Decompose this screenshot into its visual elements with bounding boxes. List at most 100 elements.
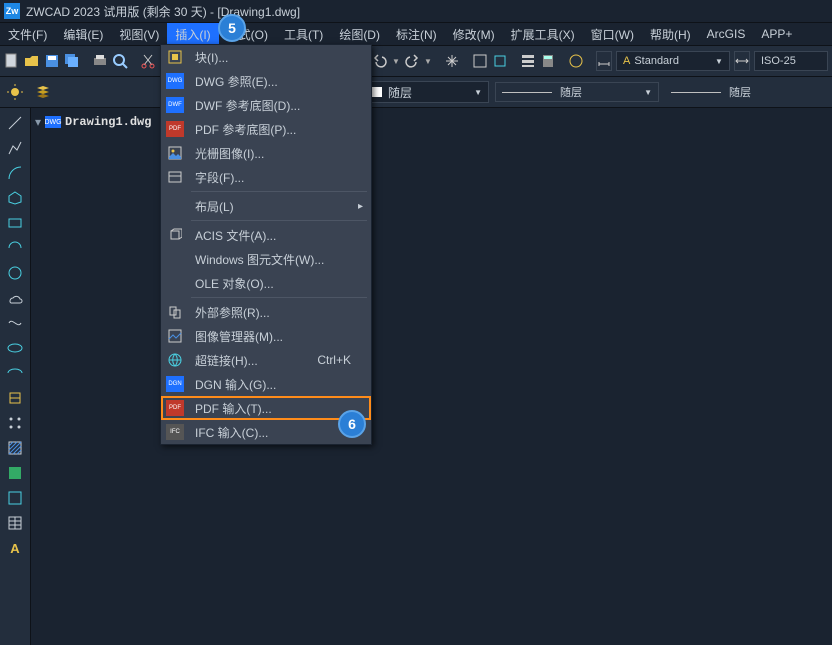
menu-arcgis[interactable]: ArcGIS	[699, 23, 754, 45]
menu-dim[interactable]: 标注(N)	[388, 23, 445, 45]
menu-item-label: 块(I)...	[189, 49, 371, 66]
menu-item-dwg-ref[interactable]: DWG DWG 参照(E)...	[161, 69, 371, 93]
region-tool-icon[interactable]	[4, 487, 26, 509]
menu-item-imgmgr[interactable]: 图像管理器(M)...	[161, 324, 371, 348]
menu-item-label: 字段(F)...	[189, 169, 371, 186]
window-title: ZWCAD 2023 试用版 (剩余 30 天) - [Drawing1.dwg…	[26, 3, 300, 20]
menu-item-acis[interactable]: ACIS 文件(A)...	[161, 223, 371, 247]
toolbar-layers: 随层 ▼ 随层 ▼ 随层	[0, 77, 832, 108]
menu-item-label: 外部参照(R)...	[189, 304, 371, 321]
menu-insert[interactable]: 插入(I)	[167, 23, 218, 45]
menu-help[interactable]: 帮助(H)	[642, 23, 699, 45]
imgmgr-icon	[167, 328, 183, 344]
menu-item-field[interactable]: 字段(F)...	[161, 165, 371, 189]
collapse-arrow-icon[interactable]: ▾	[35, 115, 41, 129]
gradient-tool-icon[interactable]	[4, 462, 26, 484]
textstyle-select[interactable]: A Standard ▼	[616, 51, 730, 71]
color-select[interactable]: 随层 ▼	[365, 81, 489, 103]
chevron-down-icon: ▼	[644, 88, 652, 97]
menu-item-pdf-ref[interactable]: PDF PDF 参考底图(P)...	[161, 117, 371, 141]
tool-icon[interactable]	[472, 50, 488, 72]
color-value: 随层	[388, 84, 412, 101]
menu-express[interactable]: 扩展工具(X)	[503, 23, 583, 45]
menu-item-label: DGN 输入(G)...	[189, 376, 371, 393]
block-tool-icon[interactable]	[4, 387, 26, 409]
insert-menu-dropdown: 块(I)... DWG DWG 参照(E)... DWF DWF 参考底图(D)…	[160, 44, 372, 445]
ellipsearc-tool-icon[interactable]	[4, 362, 26, 384]
toolbar-main: ▼ ▼ A Standard ▼ ISO-25	[0, 46, 832, 77]
menu-item-label: 超链接(H)...	[189, 352, 317, 369]
table-tool-icon[interactable]	[4, 512, 26, 534]
menu-item-xref[interactable]: 外部参照(R)...	[161, 300, 371, 324]
menu-item-label: Windows 图元文件(W)...	[189, 251, 371, 268]
ifc-icon: IFC	[166, 424, 184, 440]
menu-edit[interactable]: 编辑(E)	[55, 23, 111, 45]
layer-prop-icon[interactable]	[32, 81, 54, 103]
new-icon[interactable]	[4, 50, 20, 72]
dropdown-arrow-icon[interactable]: ▼	[392, 57, 400, 66]
menu-file[interactable]: 文件(F)	[0, 23, 55, 45]
drawing-area[interactable]: ▾ DWG Drawing1.dwg ✕	[31, 108, 832, 645]
linetype-select[interactable]: 随层 ▼	[495, 82, 659, 102]
menu-item-label: 布局(L)	[189, 198, 371, 215]
undo-icon[interactable]	[372, 50, 388, 72]
polyline-tool-icon[interactable]	[4, 137, 26, 159]
redo-icon[interactable]	[404, 50, 420, 72]
menu-tools[interactable]: 工具(T)	[276, 23, 331, 45]
dimstyle-icon[interactable]	[596, 51, 612, 71]
callout-5: 5	[218, 14, 246, 42]
circle-tool-icon[interactable]	[4, 262, 26, 284]
pan-icon[interactable]	[444, 50, 460, 72]
menu-item-hyperlink[interactable]: 超链接(H)... Ctrl+K	[161, 348, 371, 372]
menu-item-layout[interactable]: 布局(L) ▸	[161, 194, 371, 218]
document-tab[interactable]: ▾ DWG Drawing1.dwg	[35, 112, 151, 132]
text-tool-icon[interactable]: A	[4, 537, 26, 559]
menu-view[interactable]: 视图(V)	[111, 23, 167, 45]
document-name: Drawing1.dwg	[65, 115, 151, 129]
lineweight-select[interactable]: 随层	[665, 83, 757, 101]
block-icon	[167, 49, 183, 65]
link-icon	[167, 352, 183, 368]
properties-icon[interactable]	[520, 50, 536, 72]
hatch-tool-icon[interactable]	[4, 437, 26, 459]
preview-icon[interactable]	[112, 50, 128, 72]
cut-icon[interactable]	[140, 50, 156, 72]
dropdown-arrow-icon[interactable]: ▼	[424, 57, 432, 66]
menu-item-label: PDF 参考底图(P)...	[189, 121, 371, 138]
spline-tool-icon[interactable]	[4, 312, 26, 334]
menu-draw[interactable]: 绘图(D)	[331, 23, 388, 45]
menu-item-ole[interactable]: OLE 对象(O)...	[161, 271, 371, 295]
rect-tool-icon[interactable]	[4, 212, 26, 234]
save-icon[interactable]	[44, 50, 60, 72]
calc-icon[interactable]	[540, 50, 556, 72]
saveall-icon[interactable]	[64, 50, 80, 72]
menu-modify[interactable]: 修改(M)	[445, 23, 503, 45]
open-icon[interactable]	[24, 50, 40, 72]
menu-item-label: DWG 参照(E)...	[189, 73, 371, 90]
menu-item-raster[interactable]: 光栅图像(I)...	[161, 141, 371, 165]
ellipse-tool-icon[interactable]	[4, 337, 26, 359]
menu-item-dwf-ref[interactable]: DWF DWF 参考底图(D)...	[161, 93, 371, 117]
callout-6: 6	[338, 410, 366, 438]
menu-appplus[interactable]: APP+	[753, 23, 800, 45]
menu-item-wmf[interactable]: Windows 图元文件(W)...	[161, 247, 371, 271]
menu-item-dgn-import[interactable]: DGN DGN 输入(G)...	[161, 372, 371, 396]
cloud-tool-icon[interactable]	[4, 287, 26, 309]
menu-item-label: OLE 对象(O)...	[189, 275, 371, 292]
dimstyle-select[interactable]: ISO-25	[754, 51, 828, 71]
arc-tool-icon[interactable]	[4, 162, 26, 184]
menu-item-block[interactable]: 块(I)...	[161, 45, 371, 69]
menu-separator	[191, 220, 367, 221]
dimstyle2-icon[interactable]	[734, 51, 750, 71]
point-tool-icon[interactable]	[4, 412, 26, 434]
polygon-tool-icon[interactable]	[4, 187, 26, 209]
tool-icon[interactable]	[492, 50, 508, 72]
sun-icon[interactable]	[4, 81, 26, 103]
print-icon[interactable]	[92, 50, 108, 72]
menu-shortcut: Ctrl+K	[317, 353, 371, 367]
menu-window[interactable]: 窗口(W)	[583, 23, 642, 45]
misc-icon[interactable]	[568, 50, 584, 72]
line-tool-icon[interactable]	[4, 112, 26, 134]
arc2-tool-icon[interactable]	[4, 237, 26, 259]
menu-item-label: DWF 参考底图(D)...	[189, 97, 371, 114]
